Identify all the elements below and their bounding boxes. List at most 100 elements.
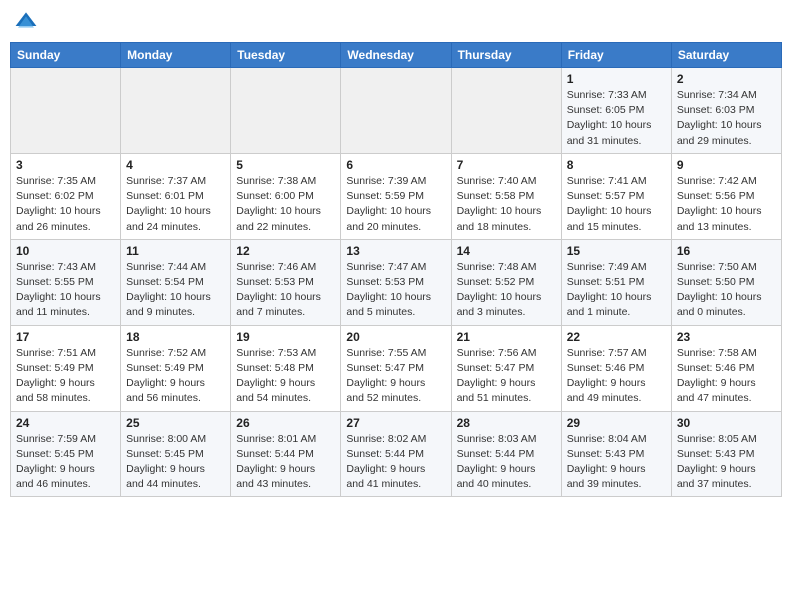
day-number: 21 bbox=[457, 330, 556, 344]
day-number: 12 bbox=[236, 244, 335, 258]
day-info: Sunrise: 7:55 AM Sunset: 5:47 PM Dayligh… bbox=[346, 346, 445, 407]
day-number: 23 bbox=[677, 330, 776, 344]
day-number: 16 bbox=[677, 244, 776, 258]
calendar-body: 1 Sunrise: 7:33 AM Sunset: 6:05 PM Daylig… bbox=[11, 68, 782, 497]
day-number: 17 bbox=[16, 330, 115, 344]
calendar-cell bbox=[231, 68, 341, 154]
calendar-week-5: 24 Sunrise: 7:59 AM Sunset: 5:45 PM Dayli… bbox=[11, 411, 782, 497]
day-number: 10 bbox=[16, 244, 115, 258]
calendar-cell: 4Sunrise: 7:37 AM Sunset: 6:01 PM Daylig… bbox=[121, 153, 231, 239]
calendar-cell: 3 Sunrise: 7:35 AM Sunset: 6:02 PM Daylig… bbox=[11, 153, 121, 239]
calendar-cell: 12 Sunrise: 7:46 AM Sunset: 5:53 PM Dayli… bbox=[231, 239, 341, 325]
day-info: Sunrise: 7:48 AM Sunset: 5:52 PM Dayligh… bbox=[457, 260, 556, 321]
weekday-header-sunday: Sunday bbox=[11, 43, 121, 68]
calendar-cell: 2 Sunrise: 7:34 AM Sunset: 6:03 PM Daylig… bbox=[671, 68, 781, 154]
day-number: 18 bbox=[126, 330, 225, 344]
day-number: 27 bbox=[346, 416, 445, 430]
day-number: 28 bbox=[457, 416, 556, 430]
calendar-cell: 17 Sunrise: 7:51 AM Sunset: 5:49 PM Dayli… bbox=[11, 325, 121, 411]
calendar-cell: 18 Sunrise: 7:52 AM Sunset: 5:49 PM Dayli… bbox=[121, 325, 231, 411]
calendar-cell: 7Sunrise: 7:40 AM Sunset: 5:58 PM Daylig… bbox=[451, 153, 561, 239]
day-info: Sunrise: 7:41 AM Sunset: 5:57 PM Dayligh… bbox=[567, 174, 666, 235]
day-number: 2 bbox=[677, 72, 776, 86]
day-info: Sunrise: 7:56 AM Sunset: 5:47 PM Dayligh… bbox=[457, 346, 556, 407]
day-number: 30 bbox=[677, 416, 776, 430]
calendar-week-3: 10 Sunrise: 7:43 AM Sunset: 5:55 PM Dayli… bbox=[11, 239, 782, 325]
calendar-cell: 28 Sunrise: 8:03 AM Sunset: 5:44 PM Dayli… bbox=[451, 411, 561, 497]
day-info: Sunrise: 8:00 AM Sunset: 5:45 PM Dayligh… bbox=[126, 432, 225, 493]
day-number: 5 bbox=[236, 158, 335, 172]
weekday-header-tuesday: Tuesday bbox=[231, 43, 341, 68]
calendar-week-4: 17 Sunrise: 7:51 AM Sunset: 5:49 PM Dayli… bbox=[11, 325, 782, 411]
calendar-cell: 11 Sunrise: 7:44 AM Sunset: 5:54 PM Dayli… bbox=[121, 239, 231, 325]
day-info: Sunrise: 7:51 AM Sunset: 5:49 PM Dayligh… bbox=[16, 346, 115, 407]
calendar-cell: 26Sunrise: 8:01 AM Sunset: 5:44 PM Dayli… bbox=[231, 411, 341, 497]
calendar-cell: 9 Sunrise: 7:42 AM Sunset: 5:56 PM Daylig… bbox=[671, 153, 781, 239]
day-number: 6 bbox=[346, 158, 445, 172]
day-info: Sunrise: 7:42 AM Sunset: 5:56 PM Dayligh… bbox=[677, 174, 776, 235]
day-info: Sunrise: 7:53 AM Sunset: 5:48 PM Dayligh… bbox=[236, 346, 335, 407]
calendar-cell: 20 Sunrise: 7:55 AM Sunset: 5:47 PM Dayli… bbox=[341, 325, 451, 411]
day-number: 14 bbox=[457, 244, 556, 258]
calendar-cell: 16 Sunrise: 7:50 AM Sunset: 5:50 PM Dayli… bbox=[671, 239, 781, 325]
day-number: 4 bbox=[126, 158, 225, 172]
day-info: Sunrise: 8:03 AM Sunset: 5:44 PM Dayligh… bbox=[457, 432, 556, 493]
day-info: Sunrise: 7:47 AM Sunset: 5:53 PM Dayligh… bbox=[346, 260, 445, 321]
day-info: Sunrise: 8:01 AM Sunset: 5:44 PM Dayligh… bbox=[236, 432, 335, 493]
day-number: 7 bbox=[457, 158, 556, 172]
weekday-header-monday: Monday bbox=[121, 43, 231, 68]
day-number: 22 bbox=[567, 330, 666, 344]
calendar-cell: 1 Sunrise: 7:33 AM Sunset: 6:05 PM Daylig… bbox=[561, 68, 671, 154]
day-number: 1 bbox=[567, 72, 666, 86]
day-number: 13 bbox=[346, 244, 445, 258]
calendar-cell: 23 Sunrise: 7:58 AM Sunset: 5:46 PM Dayli… bbox=[671, 325, 781, 411]
day-number: 24 bbox=[16, 416, 115, 430]
calendar-cell: 13 Sunrise: 7:47 AM Sunset: 5:53 PM Dayli… bbox=[341, 239, 451, 325]
logo-icon bbox=[14, 10, 38, 34]
day-number: 15 bbox=[567, 244, 666, 258]
calendar-cell bbox=[11, 68, 121, 154]
day-number: 29 bbox=[567, 416, 666, 430]
calendar-cell: 6 Sunrise: 7:39 AM Sunset: 5:59 PM Daylig… bbox=[341, 153, 451, 239]
day-info: Sunrise: 7:58 AM Sunset: 5:46 PM Dayligh… bbox=[677, 346, 776, 407]
day-info: Sunrise: 7:52 AM Sunset: 5:49 PM Dayligh… bbox=[126, 346, 225, 407]
calendar-cell bbox=[341, 68, 451, 154]
day-info: Sunrise: 7:44 AM Sunset: 5:54 PM Dayligh… bbox=[126, 260, 225, 321]
day-number: 9 bbox=[677, 158, 776, 172]
weekday-row: SundayMondayTuesdayWednesdayThursdayFrid… bbox=[11, 43, 782, 68]
day-info: Sunrise: 7:39 AM Sunset: 5:59 PM Dayligh… bbox=[346, 174, 445, 235]
day-info: Sunrise: 7:59 AM Sunset: 5:45 PM Dayligh… bbox=[16, 432, 115, 493]
day-info: Sunrise: 7:50 AM Sunset: 5:50 PM Dayligh… bbox=[677, 260, 776, 321]
calendar-cell: 30 Sunrise: 8:05 AM Sunset: 5:43 PM Dayli… bbox=[671, 411, 781, 497]
day-info: Sunrise: 7:35 AM Sunset: 6:02 PM Dayligh… bbox=[16, 174, 115, 235]
day-number: 3 bbox=[16, 158, 115, 172]
calendar-cell: 19Sunrise: 7:53 AM Sunset: 5:48 PM Dayli… bbox=[231, 325, 341, 411]
day-number: 20 bbox=[346, 330, 445, 344]
day-number: 8 bbox=[567, 158, 666, 172]
day-info: Sunrise: 7:33 AM Sunset: 6:05 PM Dayligh… bbox=[567, 88, 666, 149]
calendar-cell: 22 Sunrise: 7:57 AM Sunset: 5:46 PM Dayli… bbox=[561, 325, 671, 411]
calendar-table: SundayMondayTuesdayWednesdayThursdayFrid… bbox=[10, 42, 782, 497]
day-info: Sunrise: 7:38 AM Sunset: 6:00 PM Dayligh… bbox=[236, 174, 335, 235]
weekday-header-wednesday: Wednesday bbox=[341, 43, 451, 68]
calendar-week-1: 1 Sunrise: 7:33 AM Sunset: 6:05 PM Daylig… bbox=[11, 68, 782, 154]
day-info: Sunrise: 8:02 AM Sunset: 5:44 PM Dayligh… bbox=[346, 432, 445, 493]
weekday-header-friday: Friday bbox=[561, 43, 671, 68]
weekday-header-saturday: Saturday bbox=[671, 43, 781, 68]
calendar-cell: 10 Sunrise: 7:43 AM Sunset: 5:55 PM Dayli… bbox=[11, 239, 121, 325]
calendar-cell bbox=[451, 68, 561, 154]
day-info: Sunrise: 8:04 AM Sunset: 5:43 PM Dayligh… bbox=[567, 432, 666, 493]
calendar-cell: 25Sunrise: 8:00 AM Sunset: 5:45 PM Dayli… bbox=[121, 411, 231, 497]
day-info: Sunrise: 7:57 AM Sunset: 5:46 PM Dayligh… bbox=[567, 346, 666, 407]
calendar-cell: 5 Sunrise: 7:38 AM Sunset: 6:00 PM Daylig… bbox=[231, 153, 341, 239]
day-info: Sunrise: 8:05 AM Sunset: 5:43 PM Dayligh… bbox=[677, 432, 776, 493]
day-info: Sunrise: 7:34 AM Sunset: 6:03 PM Dayligh… bbox=[677, 88, 776, 149]
calendar-cell: 14 Sunrise: 7:48 AM Sunset: 5:52 PM Dayli… bbox=[451, 239, 561, 325]
day-info: Sunrise: 7:43 AM Sunset: 5:55 PM Dayligh… bbox=[16, 260, 115, 321]
calendar-cell: 24 Sunrise: 7:59 AM Sunset: 5:45 PM Dayli… bbox=[11, 411, 121, 497]
calendar-cell: 29 Sunrise: 8:04 AM Sunset: 5:43 PM Dayli… bbox=[561, 411, 671, 497]
page-header bbox=[10, 10, 782, 34]
calendar-week-2: 3 Sunrise: 7:35 AM Sunset: 6:02 PM Daylig… bbox=[11, 153, 782, 239]
day-info: Sunrise: 7:46 AM Sunset: 5:53 PM Dayligh… bbox=[236, 260, 335, 321]
day-number: 11 bbox=[126, 244, 225, 258]
